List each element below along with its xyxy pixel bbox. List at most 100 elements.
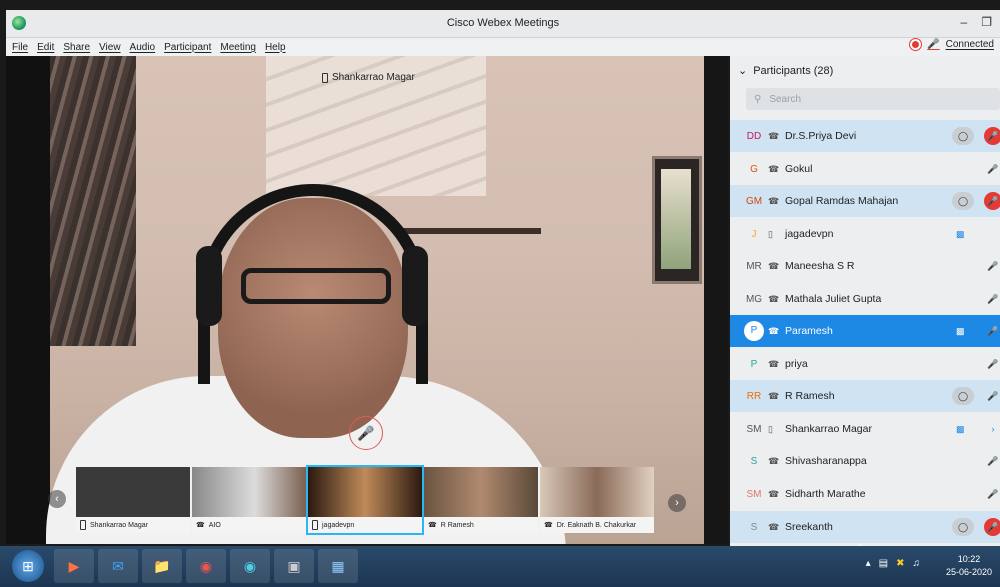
participant-name: R Ramesh [785, 390, 835, 402]
mute-mic-icon[interactable]: 🎤 [927, 39, 939, 50]
participants-panel: ⌄ Participants (28) ⚲ Search DD ☎ Dr.S.P… [730, 56, 1000, 546]
mute-mic-icon[interactable]: 🎤 [984, 127, 1000, 145]
tile-video [308, 467, 422, 517]
participant-row[interactable]: SM ☎ Sidharth Marathe 🎤 [730, 478, 1000, 510]
participant-name: Gopal Ramdas Mahajan [785, 195, 899, 207]
menu-participant[interactable]: Participant [164, 42, 211, 53]
tile-caption: ☎ AIO [192, 517, 306, 533]
filmstrip-tile[interactable]: Shankarrao Magar [76, 467, 190, 533]
audio-icon: ☎ [768, 260, 780, 271]
participant-row[interactable]: S ☎ Shivasharanappa 🎤 [730, 445, 1000, 477]
participant-row-selected[interactable]: P ☎ Paramesh ▩ 🎤 [730, 315, 1000, 347]
participant-name: jagadevpn [785, 228, 834, 240]
start-button[interactable]: ⊞ [12, 550, 44, 582]
participant-row[interactable]: GM ☎ Gopal Ramdas Mahajan ◯ 🎤 [730, 185, 1000, 217]
mute-mic-icon[interactable]: 🎤 [984, 485, 1000, 503]
video-camera-icon[interactable]: ▩ [956, 326, 965, 337]
mute-mic-icon[interactable]: 🎤 [984, 518, 1000, 536]
file-explorer-icon[interactable]: 📁 [142, 549, 182, 583]
mute-mic-icon[interactable]: 🎤 [984, 355, 1000, 373]
avatar: S [750, 455, 758, 467]
mute-mic-icon[interactable]: 🎤 [984, 192, 1000, 210]
avatar: J [751, 228, 757, 240]
tile-caption: ☎ R Ramesh [424, 517, 538, 533]
participant-row[interactable]: MG ☎ Mathala Juliet Gupta 🎤 [730, 283, 1000, 315]
filmstrip-prev-icon[interactable]: ‹ [48, 490, 66, 508]
tile-video [76, 467, 190, 517]
participant-name: Shankarrao Magar [785, 423, 872, 435]
participants-title: Participants (28) [753, 64, 834, 77]
mute-mic-icon[interactable]: 🎤 [984, 257, 1000, 275]
taskbar-clock[interactable]: 10:22 25-06-2020 [946, 553, 992, 579]
avatar: MR [746, 260, 762, 272]
audio-icon: ☎ [768, 163, 780, 174]
tile-video [192, 467, 306, 517]
mute-mic-icon[interactable]: 🎤 [984, 290, 1000, 308]
tile-video [424, 467, 538, 517]
chat-icon[interactable]: ◯ [952, 518, 974, 536]
phone-icon: ▯ [768, 228, 773, 239]
audio-icon: ☎ [768, 293, 780, 304]
tile-name: jagadevpn [322, 521, 355, 529]
participant-row[interactable]: J ▯ jagadevpn ▩ [730, 218, 1000, 250]
avatar: P [750, 358, 758, 370]
menu-audio[interactable]: Audio [130, 42, 156, 53]
mic-icon[interactable]: 🎤 [984, 387, 1000, 405]
video-camera-icon[interactable]: ▩ [956, 229, 965, 240]
filmstrip-tile[interactable]: jagadevpn [306, 465, 424, 535]
participant-search-input[interactable]: ⚲ Search [746, 88, 1000, 110]
participant-row[interactable]: MR ☎ Maneesha S R 🎤 [730, 250, 1000, 282]
menu-bar: File Edit Share View Audio Participant M… [6, 38, 1000, 56]
background-frame [652, 156, 702, 284]
avatar: DD [746, 130, 762, 142]
mute-mic-icon[interactable]: 🎤 [984, 322, 1000, 340]
avatar: GM [745, 195, 763, 207]
record-icon[interactable] [910, 39, 922, 50]
participant-row[interactable]: SM ▯ Shankarrao Magar ▩ › [730, 413, 1000, 445]
filmstrip-tile[interactable]: ☎ AIO [192, 467, 306, 533]
command-prompt-icon[interactable]: ▣ [274, 549, 314, 583]
phone-icon: ▯ [768, 423, 773, 434]
participants-header[interactable]: ⌄ Participants (28) [738, 64, 834, 78]
tile-name: Shankarrao Magar [90, 521, 148, 529]
participant-row[interactable]: P ☎ priya 🎤 [730, 348, 1000, 380]
chrome-icon[interactable]: ◉ [186, 549, 226, 583]
participant-row[interactable]: G ☎ Gokul 🎤 [730, 153, 1000, 185]
alert-icon[interactable]: ✖ [896, 558, 904, 569]
tray-arrow-icon[interactable]: ▴ [866, 558, 871, 569]
filmstrip-tile[interactable]: ☎ Dr. Eaknath B. Chakurkar [540, 467, 654, 533]
network-icon[interactable]: ▤ [879, 558, 888, 569]
restore-icon[interactable]: ❐ [981, 15, 992, 29]
menu-file[interactable]: File [12, 42, 28, 53]
participant-row[interactable]: S ☎ Sreekanth ◯ 🎤 [730, 511, 1000, 543]
mute-mic-icon[interactable]: 🎤 [984, 452, 1000, 470]
participant-row[interactable]: RR ☎ R Ramesh ◯ 🎤 [730, 380, 1000, 412]
minimize-icon[interactable]: – [961, 15, 968, 29]
menu-view[interactable]: View [99, 42, 121, 53]
volume-icon[interactable]: ♫ [913, 558, 921, 569]
tile-video [540, 467, 654, 517]
mute-mic-icon[interactable]: 🎤 [984, 160, 1000, 178]
media-player-icon[interactable]: ▶ [54, 549, 94, 583]
webex-taskbar-icon[interactable]: ◉ [230, 549, 270, 583]
chat-icon[interactable]: ◯ [952, 127, 974, 145]
menu-meeting[interactable]: Meeting [220, 42, 256, 53]
network-app-icon[interactable]: ▦ [318, 549, 358, 583]
filmstrip-tile[interactable]: ☎ R Ramesh [424, 467, 538, 533]
chat-icon[interactable]: ◯ [952, 192, 974, 210]
menu-share[interactable]: Share [63, 42, 90, 53]
outlook-icon[interactable]: ✉ [98, 549, 138, 583]
menu-help[interactable]: Help [265, 42, 286, 53]
audio-icon: ☎ [768, 358, 780, 369]
screen: Cisco Webex Meetings – ❐ File Edit Share… [0, 0, 1000, 587]
participant-row[interactable]: DD ☎ Dr.S.Priya Devi ◯ 🎤 [730, 120, 1000, 152]
video-right-edge [704, 56, 728, 544]
chat-icon[interactable]: ◯ [952, 387, 974, 405]
chevron-right-icon[interactable]: › [984, 420, 1000, 438]
speaker-glasses [241, 268, 391, 304]
menu-edit[interactable]: Edit [37, 42, 54, 53]
filmstrip-next-icon[interactable]: › [668, 494, 686, 512]
avatar: RR [746, 390, 762, 402]
audio-icon: ☎ [544, 522, 553, 529]
video-camera-icon[interactable]: ▩ [956, 424, 965, 435]
